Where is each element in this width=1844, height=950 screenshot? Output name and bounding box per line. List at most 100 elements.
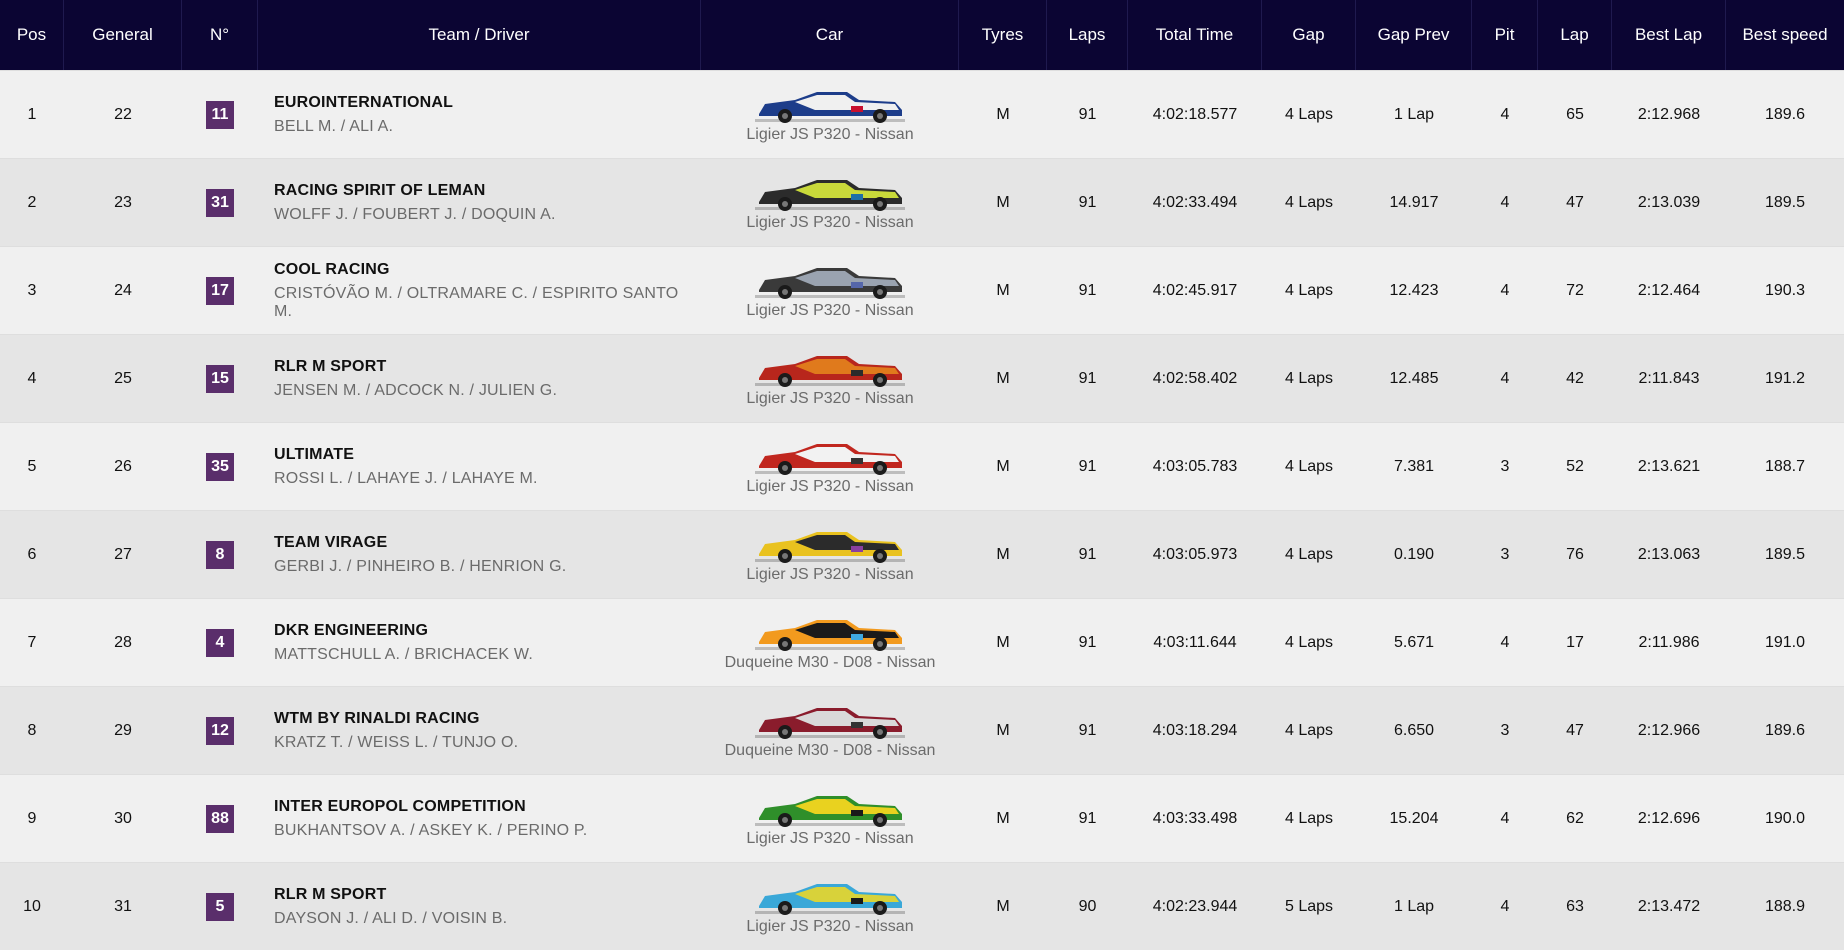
driver-names: JENSEN M. / ADCOCK N. / JULIEN G. xyxy=(274,381,558,399)
gap-cell: 4 Laps xyxy=(1284,369,1334,387)
table-row[interactable]: 7 28 4 DKR ENGINEERING MATTSCHULL A. / B… xyxy=(0,598,1844,686)
best-speed-cell: 191.2 xyxy=(1764,369,1806,387)
table-row[interactable]: 1 22 11 EUROINTERNATIONAL BELL M. / ALI … xyxy=(0,70,1844,158)
car-number-badge: 15 xyxy=(206,364,234,393)
laps-cell: 90 xyxy=(1078,897,1097,915)
team-cell: RLR M SPORT JENSEN M. / ADCOCK N. / JULI… xyxy=(258,335,701,422)
col-pos-header[interactable]: Pos xyxy=(0,0,64,70)
table-row[interactable]: 5 26 35 ULTIMATE ROSSI L. / LAHAYE J. / … xyxy=(0,422,1844,510)
car-image-icon xyxy=(754,619,905,651)
lap-cell: 17 xyxy=(1566,633,1584,651)
gap-prev-cell: 5.671 xyxy=(1393,633,1435,651)
table-row[interactable]: 10 31 5 RLR M SPORT DAYSON J. / ALI D. /… xyxy=(0,862,1844,950)
car-image-icon xyxy=(755,267,905,299)
car-image-icon xyxy=(755,883,905,915)
best-lap-cell: 2:11.843 xyxy=(1638,369,1700,387)
car-image-icon xyxy=(754,707,905,739)
tyres-cell: M xyxy=(996,281,1010,299)
table-row[interactable]: 8 29 12 WTM BY RINALDI RACING KRATZ T. /… xyxy=(0,686,1844,774)
general-cell: 28 xyxy=(114,633,132,651)
col-lap-header[interactable]: Lap xyxy=(1538,0,1612,70)
team-name: ULTIMATE xyxy=(274,445,355,463)
car-image-icon xyxy=(755,355,905,387)
driver-names: CRISTÓVÃO M. / OLTRAMARE C. / ESPIRITO S… xyxy=(274,284,679,320)
car-cell: Ligier JS P320 - Nissan xyxy=(701,335,959,422)
table-row[interactable]: 9 30 88 INTER EUROPOL COMPETITION BUKHAN… xyxy=(0,774,1844,862)
pos-cell: 6 xyxy=(27,545,37,563)
number-cell: 5 xyxy=(182,863,258,950)
col-number-header[interactable]: N° xyxy=(182,0,258,70)
col-team-header[interactable]: Team / Driver xyxy=(258,0,701,70)
car-cell: Duqueine M30 - D08 - Nissan xyxy=(701,687,959,774)
best-speed-cell: 190.0 xyxy=(1764,809,1806,827)
driver-names: WOLFF J. / FOUBERT J. / DOQUIN A. xyxy=(274,205,556,223)
team-name: COOL RACING xyxy=(274,260,390,278)
team-name: DKR ENGINEERING xyxy=(274,621,429,639)
car-number-badge: 4 xyxy=(206,628,234,657)
car-model: Duqueine M30 - D08 - Nissan xyxy=(724,741,936,759)
best-lap-cell: 2:12.464 xyxy=(1637,281,1701,299)
team-cell: COOL RACING CRISTÓVÃO M. / OLTRAMARE C. … xyxy=(258,247,701,334)
total-time-cell: 4:02:58.402 xyxy=(1152,369,1238,387)
car-number-badge: 8 xyxy=(206,540,234,569)
col-best-speed-header[interactable]: Best speed xyxy=(1726,0,1844,70)
car-model: Duqueine M30 - D08 - Nissan xyxy=(724,653,936,671)
pos-cell: 5 xyxy=(27,457,37,475)
gap-cell: 4 Laps xyxy=(1284,545,1334,563)
col-best-lap-header[interactable]: Best Lap xyxy=(1612,0,1726,70)
table-header: Pos General N° Team / Driver Car Tyres L… xyxy=(0,0,1844,70)
pos-cell: 9 xyxy=(27,809,37,827)
number-cell: 35 xyxy=(182,423,258,510)
team-name: WTM BY RINALDI RACING xyxy=(274,709,480,727)
gap-prev-cell: 1 Lap xyxy=(1393,897,1435,915)
team-name: RACING SPIRIT OF LEMAN xyxy=(274,181,486,199)
total-time-cell: 4:03:05.973 xyxy=(1152,545,1238,563)
table-row[interactable]: 6 27 8 TEAM VIRAGE GERBI J. / PINHEIRO B… xyxy=(0,510,1844,598)
col-general-header[interactable]: General xyxy=(64,0,182,70)
car-model: Ligier JS P320 - Nissan xyxy=(746,565,914,583)
general-cell: 24 xyxy=(114,281,132,299)
table-row[interactable]: 4 25 15 RLR M SPORT JENSEN M. / ADCOCK N… xyxy=(0,334,1844,422)
col-laps-header[interactable]: Laps xyxy=(1047,0,1128,70)
gap-cell: 4 Laps xyxy=(1284,281,1334,299)
col-pit-header[interactable]: Pit xyxy=(1472,0,1538,70)
gap-cell: 4 Laps xyxy=(1284,721,1334,739)
col-car-header[interactable]: Car xyxy=(701,0,959,70)
team-cell: DKR ENGINEERING MATTSCHULL A. / BRICHACE… xyxy=(258,599,701,686)
best-lap-cell: 2:12.966 xyxy=(1637,721,1701,739)
laps-cell: 91 xyxy=(1078,281,1097,299)
col-total-time-header[interactable]: Total Time xyxy=(1128,0,1262,70)
pos-cell: 8 xyxy=(27,721,37,739)
gap-prev-cell: 12.485 xyxy=(1389,369,1439,387)
pit-cell: 3 xyxy=(1500,545,1510,563)
table-row[interactable]: 3 24 17 COOL RACING CRISTÓVÃO M. / OLTRA… xyxy=(0,246,1844,334)
lap-cell: 42 xyxy=(1566,369,1584,387)
table-row[interactable]: 2 23 31 RACING SPIRIT OF LEMAN WOLFF J. … xyxy=(0,158,1844,246)
col-tyres-header[interactable]: Tyres xyxy=(959,0,1047,70)
pit-cell: 4 xyxy=(1500,369,1510,387)
car-model: Ligier JS P320 - Nissan xyxy=(746,301,914,319)
best-speed-cell: 189.5 xyxy=(1764,545,1806,563)
gap-prev-cell: 0.190 xyxy=(1393,545,1435,563)
laps-cell: 91 xyxy=(1078,545,1097,563)
tyres-cell: M xyxy=(996,721,1010,739)
team-cell: RACING SPIRIT OF LEMAN WOLFF J. / FOUBER… xyxy=(258,159,701,246)
col-gap-header[interactable]: Gap xyxy=(1262,0,1356,70)
pos-cell: 4 xyxy=(27,369,37,387)
laps-cell: 91 xyxy=(1078,193,1097,211)
car-model: Ligier JS P320 - Nissan xyxy=(746,125,914,143)
best-speed-cell: 189.6 xyxy=(1764,105,1806,123)
general-cell: 23 xyxy=(114,193,132,211)
lap-cell: 47 xyxy=(1566,193,1584,211)
lap-cell: 65 xyxy=(1566,105,1584,123)
col-gap-prev-header[interactable]: Gap Prev xyxy=(1356,0,1472,70)
gap-cell: 4 Laps xyxy=(1284,105,1334,123)
total-time-cell: 4:02:18.577 xyxy=(1152,105,1238,123)
car-cell: Ligier JS P320 - Nissan xyxy=(701,247,959,334)
laps-cell: 91 xyxy=(1078,457,1097,475)
number-cell: 17 xyxy=(182,247,258,334)
gap-cell: 4 Laps xyxy=(1284,633,1334,651)
number-cell: 31 xyxy=(182,159,258,246)
pit-cell: 3 xyxy=(1500,721,1510,739)
team-name: RLR M SPORT xyxy=(274,357,387,375)
